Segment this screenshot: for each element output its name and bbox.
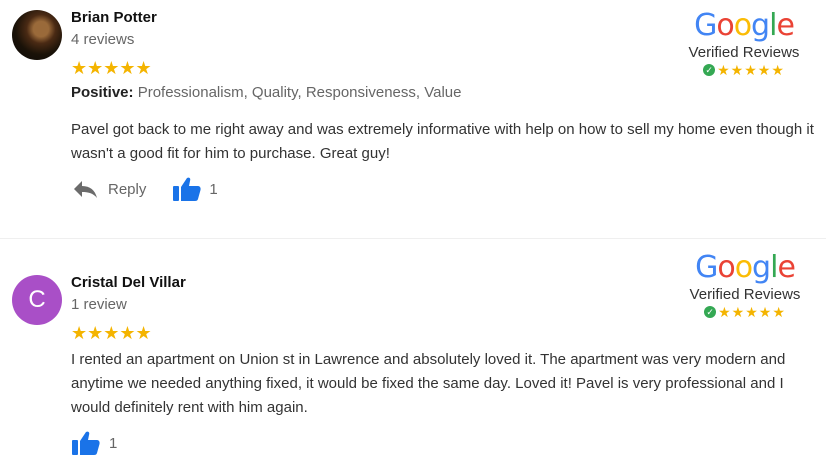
- thumbs-up-icon: [71, 430, 101, 456]
- google-logo-letter: G: [694, 8, 717, 43]
- review-text: Pavel got back to me right away and was …: [71, 121, 814, 162]
- google-logo: Google: [679, 10, 809, 42]
- google-logo: Google: [680, 252, 810, 284]
- verified-reviews-label: Verified Reviews: [688, 44, 800, 61]
- google-logo-letter: l: [770, 250, 778, 285]
- positive-label: Positive:: [71, 84, 134, 101]
- reviewer-name[interactable]: Cristal Del Villar: [71, 274, 186, 291]
- review-card: Brian Potter 4 reviews ★★★★★ Positive: P…: [0, 0, 826, 238]
- star-rating: ★★★★★: [71, 58, 152, 78]
- reply-button[interactable]: Reply: [72, 178, 146, 200]
- google-logo-letter: e: [776, 8, 794, 43]
- review-divider: [0, 238, 826, 239]
- reviewer-avatar[interactable]: [12, 10, 62, 60]
- positive-attributes: Positive: Professionalism, Quality, Resp…: [71, 84, 461, 101]
- google-logo-letter: o: [734, 250, 753, 285]
- reply-icon: [72, 178, 98, 200]
- google-verified-badge: Google Verified Reviews ✓ ★★★★★: [680, 252, 810, 320]
- like-button[interactable]: 1: [172, 176, 218, 202]
- review-count[interactable]: 4 reviews: [71, 31, 134, 48]
- google-logo-letter: o: [716, 8, 734, 43]
- like-count: 1: [109, 434, 118, 452]
- badge-stars: ★★★★★: [718, 304, 786, 320]
- google-verified-badge: Google Verified Reviews ✓ ★★★★★: [679, 10, 809, 78]
- review-count[interactable]: 1 review: [71, 296, 127, 313]
- reviewer-name[interactable]: Brian Potter: [71, 9, 157, 26]
- thumbs-up-icon: [172, 176, 202, 202]
- review-card: C Cristal Del Villar 1 review ★★★★★ I re…: [0, 240, 826, 464]
- verified-reviews-label: Verified Reviews: [689, 286, 801, 303]
- like-button[interactable]: 1: [71, 430, 117, 456]
- review-actions: Reply 1: [72, 175, 218, 203]
- like-count: 1: [209, 180, 218, 198]
- badge-stars: ★★★★★: [717, 62, 785, 78]
- verified-check-icon: ✓: [704, 306, 717, 318]
- google-logo-letter: o: [733, 8, 752, 43]
- positive-values: Professionalism, Quality, Responsiveness…: [137, 84, 462, 101]
- review-text: I rented an apartment on Union st in Law…: [71, 351, 786, 416]
- review-actions: 1: [71, 429, 117, 457]
- google-logo-letter: e: [777, 250, 795, 285]
- verified-check-icon: ✓: [703, 64, 716, 76]
- google-logo-letter: g: [751, 8, 770, 43]
- google-logo-letter: o: [717, 250, 735, 285]
- google-logo-letter: G: [695, 250, 718, 285]
- star-rating: ★★★★★: [71, 323, 152, 343]
- reviewer-avatar[interactable]: C: [12, 275, 62, 325]
- google-logo-letter: l: [769, 8, 777, 43]
- reply-label: Reply: [108, 180, 147, 198]
- google-logo-letter: g: [752, 250, 771, 285]
